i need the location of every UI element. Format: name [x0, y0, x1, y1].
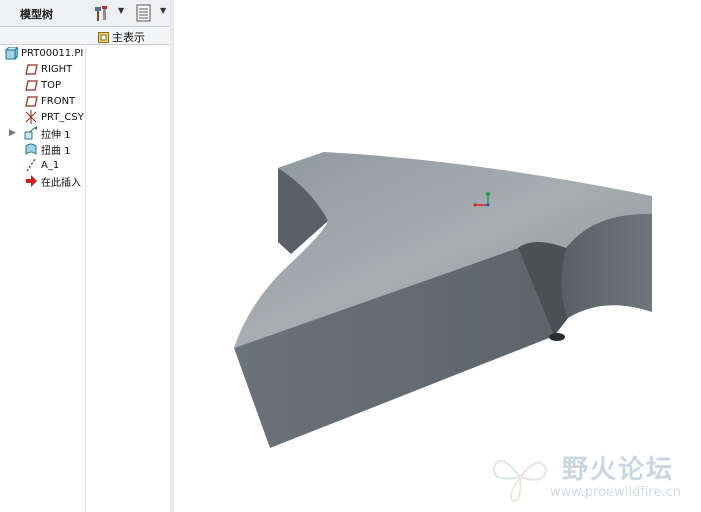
tree-node-label: PRT_CSY	[41, 111, 84, 123]
model-tree-panel: 模型树 ▼ ▼ 主表示 PRT00011.PI RIGHT TOP FRONT …	[0, 0, 171, 512]
tree-node-axis[interactable]: A_1	[24, 157, 59, 173]
watermark: 野火论坛 www.proewildfire.cn	[490, 447, 701, 507]
warp-icon	[24, 142, 38, 156]
settings-tools-button[interactable]	[92, 3, 112, 23]
model-tree-toolbar: 模型树 ▼ ▼	[0, 0, 170, 27]
representation-icon	[98, 31, 109, 43]
tree-node-part[interactable]: PRT00011.PI	[4, 45, 83, 61]
watermark-url: www.proewildfire.cn	[550, 485, 681, 500]
representation-label: 主表示	[112, 31, 145, 44]
tree-node-csys[interactable]: PRT_CSY	[24, 109, 84, 125]
tree-node-label: 扭曲 1	[41, 145, 71, 157]
datum-plane-icon	[24, 78, 38, 92]
tree-node-right[interactable]: RIGHT	[24, 61, 72, 77]
column-header: 主表示	[0, 27, 170, 45]
column-divider	[85, 44, 86, 512]
representation-selector[interactable]: 主表示	[98, 29, 145, 45]
panel-title: 模型树	[20, 8, 53, 21]
tree-node-warp[interactable]: 扭曲 1	[24, 141, 71, 157]
model-3d-view	[234, 152, 652, 448]
extrude-icon	[24, 126, 38, 140]
tree-node-insert-here[interactable]: 在此插入	[24, 173, 81, 189]
datum-plane-icon	[24, 62, 38, 76]
tree-node-extrude[interactable]: 拉伸 1	[24, 125, 71, 141]
tree-node-label: A_1	[41, 159, 60, 171]
tree-node-label: 拉伸 1	[41, 129, 71, 141]
graphics-viewport[interactable]	[174, 0, 701, 512]
show-list-button[interactable]	[134, 3, 154, 23]
axis-icon	[24, 158, 38, 172]
coordinate-system-icon	[24, 110, 38, 124]
tree-node-label: TOP	[41, 79, 62, 91]
tools-icon	[95, 6, 107, 21]
part-icon	[4, 46, 18, 60]
tree-node-label: FRONT	[41, 95, 76, 107]
butterfly-logo-icon	[492, 459, 548, 503]
datum-plane-icon	[24, 94, 38, 108]
tree-node-label: RIGHT	[41, 63, 73, 75]
tree-node-front[interactable]: FRONT	[24, 93, 75, 109]
insert-here-icon	[24, 174, 38, 188]
expand-arrow-icon[interactable]: ▶	[9, 128, 16, 138]
tree-node-label: PRT00011.PI	[21, 47, 84, 59]
list-icon	[136, 4, 151, 22]
watermark-title: 野火论坛	[562, 455, 675, 485]
tree-node-top[interactable]: TOP	[24, 77, 61, 93]
chevron-down-icon[interactable]: ▼	[118, 6, 124, 15]
tree-node-label: 在此插入	[41, 177, 81, 189]
chevron-down-icon[interactable]: ▼	[160, 6, 166, 15]
